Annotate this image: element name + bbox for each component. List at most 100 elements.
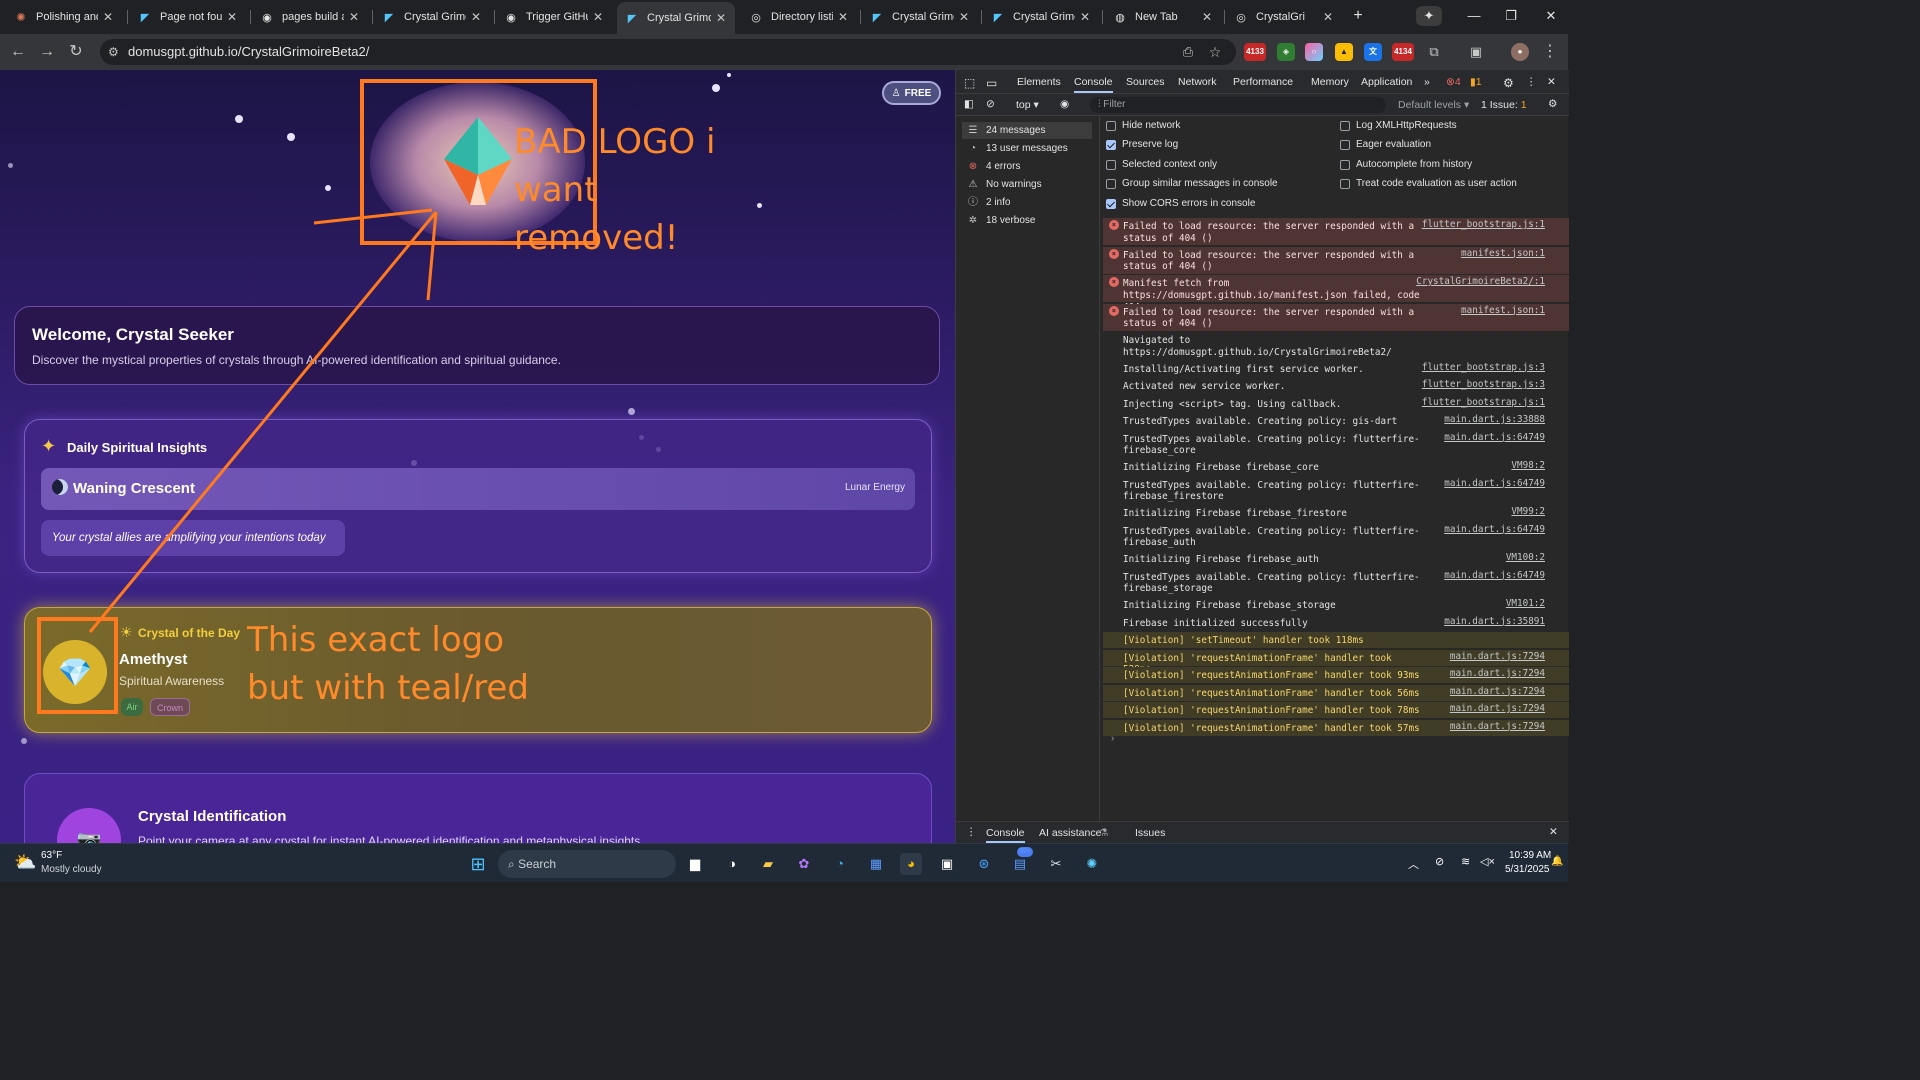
file-explorer-icon[interactable]: ▰ (757, 853, 779, 875)
drawer-tab-ai-assistance[interactable]: AI assistance (1039, 827, 1101, 839)
bookmark-star-icon[interactable]: ☆ (1205, 42, 1225, 62)
console-source-link[interactable]: main.dart.js:7294 (1450, 668, 1545, 680)
install-app-icon[interactable]: ⎙ (1178, 42, 1198, 62)
issues-link[interactable]: 1 Issue: 1 (1481, 99, 1527, 111)
terminal-icon[interactable]: ▣ (936, 853, 958, 875)
browser-tab[interactable]: ◤ Crystal Grimoi ✕ (862, 4, 978, 30)
console-message-info[interactable]: TrustedTypes available. Creating policy:… (1103, 569, 1569, 596)
notification-bell-icon[interactable]: 🔔 (1551, 856, 1563, 867)
more-tabs-icon[interactable]: » (1424, 76, 1430, 88)
console-message-info[interactable]: Initializing Firebase firebase_core VM98:… (1103, 459, 1569, 475)
forward-icon[interactable]: → (37, 42, 57, 62)
console-message-info[interactable]: Initializing Firebase firebase_storage VM… (1103, 597, 1569, 613)
live-expression-eye-icon[interactable]: ◉ (1060, 98, 1069, 110)
settings-gear-icon[interactable]: ⚙ (1503, 76, 1514, 90)
setting-preserve-log[interactable]: Preserve log (1106, 139, 1178, 150)
browser-tab-active[interactable]: ◤ Crystal Grimoi ✕ (617, 2, 735, 34)
console-message-info[interactable]: Installing/Activating first service work… (1103, 361, 1569, 377)
log-levels-select[interactable]: Default levels ▾ (1398, 99, 1469, 111)
clock-date[interactable]: 5/31/2025 (1505, 864, 1550, 875)
devtools-tab-performance[interactable]: Performance (1233, 76, 1293, 88)
browser-tab[interactable]: ◉ Trigger GitHub ✕ (496, 4, 612, 30)
console-message-warn[interactable]: [Violation] 'requestAnimationFrame' hand… (1103, 649, 1569, 675)
console-source-link[interactable]: manifest.json:1 (1461, 248, 1545, 260)
setting-eager-eval[interactable]: Eager evaluation (1340, 139, 1431, 150)
checkbox[interactable] (1340, 139, 1350, 150)
checkbox[interactable] (1340, 159, 1350, 170)
close-tab-icon[interactable]: ✕ (1079, 10, 1091, 24)
sidebar-item-warnings[interactable]: ⚠ No warnings (966, 176, 1042, 193)
inspect-element-icon[interactable]: ⬚ (964, 76, 975, 90)
windows-start-icon[interactable]: ⊞ (467, 853, 489, 875)
console-message-info[interactable]: TrustedTypes available. Creating policy:… (1103, 523, 1569, 550)
tray-chevron-icon[interactable]: ︿ (1408, 856, 1419, 872)
extensions-puzzle-icon[interactable]: ⧉ (1424, 42, 1444, 62)
checkbox[interactable] (1340, 178, 1350, 189)
close-window-button[interactable]: ✕ (1536, 6, 1566, 26)
checkbox-checked[interactable] (1106, 198, 1116, 209)
chrome-taskbar-icon[interactable]: ◕ (900, 853, 922, 875)
volume-icon[interactable]: ◁× (1480, 855, 1495, 868)
clear-console-icon[interactable]: ⊘ (986, 98, 995, 110)
drawer-menu-icon[interactable]: ⋮ (966, 826, 977, 838)
console-source-link[interactable]: flutter_bootstrap.js:3 (1422, 362, 1545, 374)
browser-tab[interactable]: ◎ CrystalGri ✕ (1226, 4, 1342, 30)
console-message-err[interactable]: Failed to load resource: the server resp… (1103, 303, 1569, 331)
sidebar-item-errors[interactable]: ⊗ 4 errors (966, 158, 1021, 175)
browser-tab[interactable]: ◉ pages build an ✕ (252, 4, 368, 30)
setting-log-xhr[interactable]: Log XMLHttpRequests (1340, 120, 1457, 131)
extension-badge-icon[interactable]: 4133 (1244, 43, 1266, 61)
console-source-link[interactable]: main.dart.js:64749 (1444, 432, 1545, 444)
close-tab-icon[interactable]: ✕ (348, 10, 360, 24)
new-tab-button[interactable]: + (1343, 6, 1373, 26)
close-tab-icon[interactable]: ✕ (1322, 10, 1334, 24)
console-message-warn[interactable]: [Violation] 'setTimeout' handler took 11… (1103, 632, 1569, 648)
console-message-info[interactable]: Initializing Firebase firebase_auth VM100… (1103, 551, 1569, 567)
menu-kebab-icon[interactable]: ⋮ (1540, 42, 1560, 62)
console-source-link[interactable]: VM101:2 (1506, 598, 1545, 610)
taskbar-search[interactable]: ⌕ Search (498, 850, 676, 878)
steam-icon[interactable]: ◑ (721, 853, 743, 875)
side-panel-icon[interactable]: ▣ (1466, 42, 1486, 62)
console-source-link[interactable]: main.dart.js:33888 (1444, 414, 1545, 426)
error-count-icon[interactable]: ⊗4 (1446, 76, 1461, 88)
browser-tab[interactable]: ◤ Crystal Grimoi ✕ (983, 4, 1099, 30)
console-source-link[interactable]: CrystalGrimoireBeta2/:1 (1416, 276, 1545, 288)
console-source-link[interactable]: main.dart.js:64749 (1444, 524, 1545, 536)
extension-badge-icon[interactable]: 4134 (1392, 43, 1414, 61)
close-tab-icon[interactable]: ✕ (226, 10, 238, 24)
close-tab-icon[interactable]: ✕ (958, 10, 970, 24)
console-message-info[interactable]: Activated new service worker. flutter_boo… (1103, 378, 1569, 394)
console-message-err[interactable]: Failed to load resource: the server resp… (1103, 218, 1569, 245)
console-source-link[interactable]: main.dart.js:64749 (1444, 478, 1545, 490)
console-message-warn[interactable]: [Violation] 'requestAnimationFrame' hand… (1103, 719, 1569, 736)
browser-tab[interactable]: ◤ Crystal Grimoi ✕ (374, 4, 490, 30)
store-icon[interactable]: ▦ (865, 853, 887, 875)
console-source-link[interactable]: manifest.json:1 (1461, 305, 1545, 317)
address-bar[interactable]: ⚙ domusgpt.github.io/CrystalGrimoireBeta… (100, 39, 1236, 65)
console-source-link[interactable]: main.dart.js:7294 (1450, 651, 1545, 663)
checkbox[interactable] (1106, 120, 1116, 131)
devtools-menu-icon[interactable]: ⋮ (1526, 76, 1537, 88)
profile-avatar[interactable]: ● (1511, 43, 1529, 61)
console-message-info[interactable]: TrustedTypes available. Creating policy:… (1103, 413, 1569, 429)
console-message-info[interactable]: Injecting <script> tag. Using callback. f… (1103, 396, 1569, 412)
drive-extension-icon[interactable]: ▲ (1335, 43, 1353, 61)
devtools-tab-console[interactable]: Console (1074, 76, 1113, 93)
setting-selected-context[interactable]: Selected context only (1106, 159, 1217, 170)
console-source-link[interactable]: main.dart.js:7294 (1450, 686, 1545, 698)
task-view-icon[interactable]: ▆ (684, 853, 706, 875)
app-icon[interactable]: ⊛ (973, 853, 995, 875)
close-devtools-icon[interactable]: ✕ (1547, 76, 1556, 88)
translate-extension-icon[interactable]: 文 (1364, 43, 1382, 61)
setting-hide-network[interactable]: Hide network (1106, 120, 1180, 131)
device-toggle-icon[interactable]: ▭ (986, 76, 997, 90)
sidebar-item-messages[interactable]: ☰ 24 messages (962, 122, 1092, 139)
browser-tab[interactable]: ◍ New Tab ✕ (1105, 4, 1221, 30)
context-select[interactable]: top ▾ (1016, 99, 1039, 111)
console-message-warn[interactable]: [Violation] 'requestAnimationFrame' hand… (1103, 684, 1569, 701)
back-icon[interactable]: ← (8, 42, 28, 62)
close-drawer-icon[interactable]: ✕ (1549, 826, 1558, 838)
devtools-tab-memory[interactable]: Memory (1311, 76, 1349, 88)
setting-group-similar[interactable]: Group similar messages in console (1106, 178, 1278, 189)
